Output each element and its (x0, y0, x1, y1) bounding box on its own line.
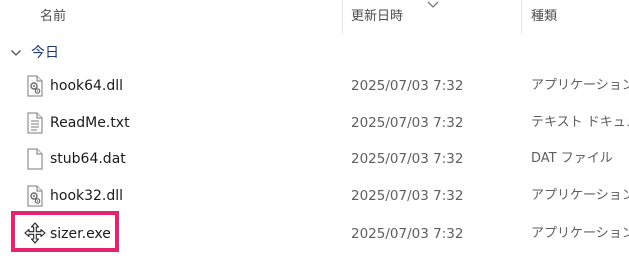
column-divider[interactable] (342, 0, 343, 34)
file-name[interactable]: hook32.dll (50, 178, 123, 214)
file-row[interactable]: ReadMe.txt 2025/07/03 7:32 テキスト ドキュメン (0, 105, 629, 141)
column-header-date[interactable]: 更新日時 (351, 0, 403, 34)
text-file-icon (27, 112, 43, 134)
sort-chevron-down-icon (427, 1, 439, 8)
highlight-box (11, 211, 119, 252)
file-name[interactable]: hook64.dll (50, 68, 123, 104)
file-type: アプリケーション拡 (531, 188, 629, 203)
group-header-today[interactable]: 今日 (0, 38, 629, 68)
blank-file-icon (27, 148, 43, 170)
file-date: 2025/07/03 7:32 (351, 226, 464, 242)
file-date: 2025/07/03 7:32 (351, 151, 464, 167)
file-date: 2025/07/03 7:32 (351, 78, 464, 94)
dll-file-icon (27, 185, 43, 207)
file-type: DAT ファイル (531, 151, 613, 166)
file-date: 2025/07/03 7:32 (351, 188, 464, 204)
group-label: 今日 (31, 45, 59, 61)
file-name[interactable]: ReadMe.txt (50, 105, 130, 141)
file-type: テキスト ドキュメン (531, 115, 629, 130)
column-header: 名前 更新日時 種類 (0, 0, 629, 34)
column-header-name[interactable]: 名前 (40, 0, 66, 34)
chevron-down-icon[interactable] (10, 48, 22, 58)
file-row[interactable]: hook64.dll 2025/07/03 7:32 アプリケーション拡 (0, 68, 629, 104)
file-row[interactable]: stub64.dat 2025/07/03 7:32 DAT ファイル (0, 141, 629, 177)
column-header-type[interactable]: 種類 (531, 0, 557, 34)
file-type: アプリケーション拡 (531, 78, 629, 93)
file-date: 2025/07/03 7:32 (351, 115, 464, 131)
file-type: アプリケーション (531, 226, 629, 241)
file-explorer-list: 名前 更新日時 種類 今日 hook64.dll 2025/07/03 7:32… (0, 0, 629, 270)
file-name[interactable]: stub64.dat (50, 141, 126, 177)
dll-file-icon (27, 75, 43, 97)
file-row[interactable]: hook32.dll 2025/07/03 7:32 アプリケーション拡 (0, 178, 629, 214)
column-divider[interactable] (521, 0, 522, 34)
